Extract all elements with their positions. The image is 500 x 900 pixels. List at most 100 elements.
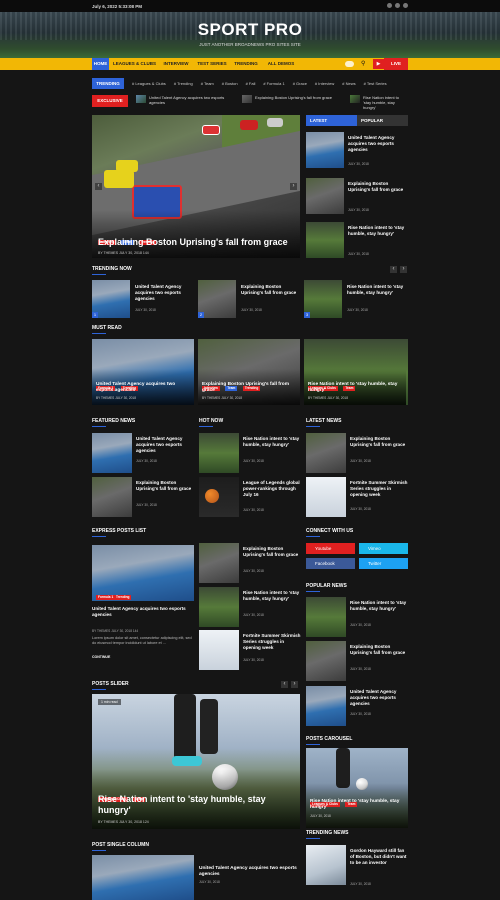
next-arrow[interactable]: › — [291, 681, 298, 688]
next-arrow[interactable]: › — [400, 266, 407, 273]
twitter-button[interactable]: Twitter — [359, 558, 408, 569]
youtube-play-icon[interactable]: ▶ — [373, 59, 384, 69]
slider-prev-arrow[interactable]: ‹ — [95, 183, 102, 190]
category-badge[interactable]: Trending — [114, 595, 132, 600]
posts-slider[interactable]: 1 min read Leagues & Clubs Team Rise Nat… — [92, 694, 300, 829]
post-title[interactable]: United Talent Agency acquires two esport… — [199, 866, 304, 878]
must-read-card[interactable]: Formula 1 Trending United Talent Agency … — [92, 339, 194, 405]
ticker-item[interactable]: Explaining Boston Uprising's fall from g… — [242, 95, 337, 103]
popular-news-item[interactable]: Explaining Boston Uprising's fall from g… — [306, 641, 408, 681]
tag-link[interactable]: # Team — [201, 81, 214, 86]
prev-arrow[interactable]: ‹ — [281, 681, 288, 688]
ticker-item[interactable]: Rise Nation intent to 'stay humble, stay… — [350, 95, 408, 110]
continue-link[interactable]: CONTINUE — [92, 654, 110, 660]
tag-link[interactable]: # Grace — [293, 81, 307, 86]
section-heading: EXPRESS POSTS LIST — [92, 528, 147, 537]
post-title[interactable]: Fortnite Summer Skirmish Series struggle… — [350, 480, 408, 498]
live-button[interactable]: LIVE — [384, 58, 408, 70]
post-title[interactable]: Rise Nation intent to 'stay humble, stay… — [310, 799, 406, 811]
latest-item[interactable]: United Talent Agency acquires two esport… — [306, 132, 408, 170]
main-slider[interactable]: ‹ › Interview Team Trending Explaining B… — [92, 115, 300, 258]
post-title[interactable]: Explaining Boston Uprising's fall from g… — [350, 436, 408, 448]
vimeo-button[interactable]: Vimeo — [359, 543, 408, 554]
post-title[interactable]: Explaining Boston Uprising's fall from g… — [243, 546, 301, 558]
must-read-card[interactable]: Interview Team Trending Explaining Bosto… — [198, 339, 300, 405]
post-title[interactable]: United Talent Agency acquires two esport… — [96, 382, 192, 394]
hot-now-item[interactable]: Rise Nation intent to 'stay humble, stay… — [199, 433, 301, 473]
post-title[interactable]: United Talent Agency acquires two esport… — [350, 689, 408, 707]
latest-news-item[interactable]: Explaining Boston Uprising's fall from g… — [306, 433, 408, 473]
popular-news-item[interactable]: Rise Nation intent to 'stay humble, stay… — [306, 597, 408, 637]
nav-interview[interactable]: INTERVIEW — [162, 58, 190, 70]
tag-link[interactable]: # Fall — [246, 81, 256, 86]
ticker-item[interactable]: United Talent Agency acquires two esport… — [136, 95, 236, 105]
tag-link[interactable]: # Boston — [222, 81, 238, 86]
post-title[interactable]: Explaining Boston Uprising's fall from g… — [202, 382, 298, 394]
facebook-icon[interactable] — [387, 3, 392, 8]
post-thumbnail[interactable] — [92, 855, 194, 900]
post-title[interactable]: League of Legends global power-rankings … — [243, 480, 301, 498]
hot-now-item[interactable]: League of Legends global power-rankings … — [199, 477, 301, 517]
youtube-icon[interactable] — [403, 3, 408, 8]
express-item[interactable]: Explaining Boston Uprising's fall from g… — [199, 543, 301, 583]
nav-home[interactable]: HOME — [92, 58, 109, 70]
dark-mode-toggle[interactable] — [345, 61, 354, 67]
slider-headline[interactable]: Explaining Boston Uprising's fall from g… — [98, 237, 298, 248]
post-thumbnail — [199, 543, 239, 583]
category-badge[interactable]: Formula 1 — [96, 595, 116, 600]
post-title[interactable]: Fortnite Summer Skirmish Series struggle… — [243, 633, 301, 651]
site-title[interactable]: SPORT PRO — [0, 20, 500, 40]
latest-news-item[interactable]: Fortnite Summer Skirmish Series struggle… — [306, 477, 408, 517]
post-title[interactable]: United Talent Agency acquires two esport… — [135, 284, 195, 302]
prev-arrow[interactable]: ‹ — [390, 266, 397, 273]
trending-now-item[interactable]: 3 Rise Nation intent to 'stay humble, st… — [304, 280, 408, 318]
tag-link[interactable]: # Test Series — [364, 81, 387, 86]
post-title[interactable]: Rise Nation intent to 'stay humble, stay… — [348, 225, 408, 237]
player-leg-image — [174, 694, 196, 764]
post-title[interactable]: Rise Nation intent to 'stay humble, stay… — [347, 284, 407, 296]
express-headline[interactable]: United Talent Agency acquires two esport… — [92, 606, 196, 618]
popular-news-item[interactable]: United Talent Agency acquires two esport… — [306, 686, 408, 726]
tag-link[interactable]: # Interview — [315, 81, 334, 86]
post-title[interactable]: United Talent Agency acquires two esport… — [348, 135, 408, 153]
post-title[interactable]: United Talent Agency acquires two esport… — [136, 436, 194, 454]
nav-trending[interactable]: TRENDING — [232, 58, 260, 70]
tab-popular[interactable]: POPULAR — [357, 115, 408, 126]
post-title[interactable]: Explaining Boston Uprising's fall from g… — [348, 181, 408, 193]
post-title[interactable]: Rise Nation intent to 'stay humble, stay… — [350, 600, 408, 612]
post-title[interactable]: Rise Nation intent to 'stay humble, stay… — [243, 590, 301, 602]
slider-headline[interactable]: Rise Nation intent to 'stay humble, stay… — [98, 794, 294, 816]
post-date: JULY 30, 2018 — [243, 613, 264, 617]
featured-news-item[interactable]: Explaining Boston Uprising's fall from g… — [92, 477, 194, 517]
tag-link[interactable]: # Trending — [174, 81, 193, 86]
youtube-button[interactable]: Youtube — [306, 543, 355, 554]
nav-test-series[interactable]: TEST SERIES — [197, 58, 227, 70]
slider-next-arrow[interactable]: › — [290, 183, 297, 190]
post-title[interactable]: Rise Nation intent to 'stay humble, stay… — [243, 436, 301, 448]
nav-leagues-clubs[interactable]: LEAGUES & CLUBS — [112, 58, 157, 70]
tag-link[interactable]: # Formula 1 — [263, 81, 284, 86]
express-item[interactable]: Fortnite Summer Skirmish Series struggle… — [199, 630, 301, 670]
post-title[interactable]: Explaining Boston Uprising's fall from g… — [350, 644, 408, 656]
express-item[interactable]: Rise Nation intent to 'stay humble, stay… — [199, 587, 301, 627]
trending-news-item[interactable]: Gordon Hayward still fan of Boston, but … — [306, 845, 408, 890]
facebook-button[interactable]: Facebook — [306, 558, 355, 569]
trending-now-item[interactable]: 1 United Talent Agency acquires two espo… — [92, 280, 196, 318]
post-title[interactable]: Gordon Hayward still fan of Boston, but … — [350, 848, 408, 866]
nav-all-demos[interactable]: ALL DEMOS — [264, 58, 298, 70]
search-icon[interactable]: ⚲ — [361, 60, 369, 68]
tag-link[interactable]: # News — [342, 81, 355, 86]
latest-item[interactable]: Rise Nation intent to 'stay humble, stay… — [306, 222, 408, 260]
tag-link[interactable]: # Leagues & Clubs — [132, 81, 166, 86]
latest-item[interactable]: Explaining Boston Uprising's fall from g… — [306, 178, 408, 216]
post-title[interactable]: Rise Nation intent to 'stay humble, stay… — [308, 382, 404, 394]
post-title[interactable]: Explaining Boston Uprising's fall from g… — [241, 284, 301, 296]
post-title[interactable]: Explaining Boston Uprising's fall from g… — [136, 480, 194, 492]
express-featured-image[interactable]: Formula 1 Trending — [92, 545, 194, 601]
featured-news-item[interactable]: United Talent Agency acquires two esport… — [92, 433, 194, 473]
posts-carousel[interactable]: Leagues & Clubs Team Rise Nation intent … — [306, 748, 408, 828]
must-read-card[interactable]: Leagues & Clubs Team Rise Nation intent … — [304, 339, 408, 405]
tab-latest[interactable]: LATEST — [306, 115, 357, 126]
twitter-icon[interactable] — [395, 3, 400, 8]
trending-now-item[interactable]: 2 Explaining Boston Uprising's fall from… — [198, 280, 302, 318]
